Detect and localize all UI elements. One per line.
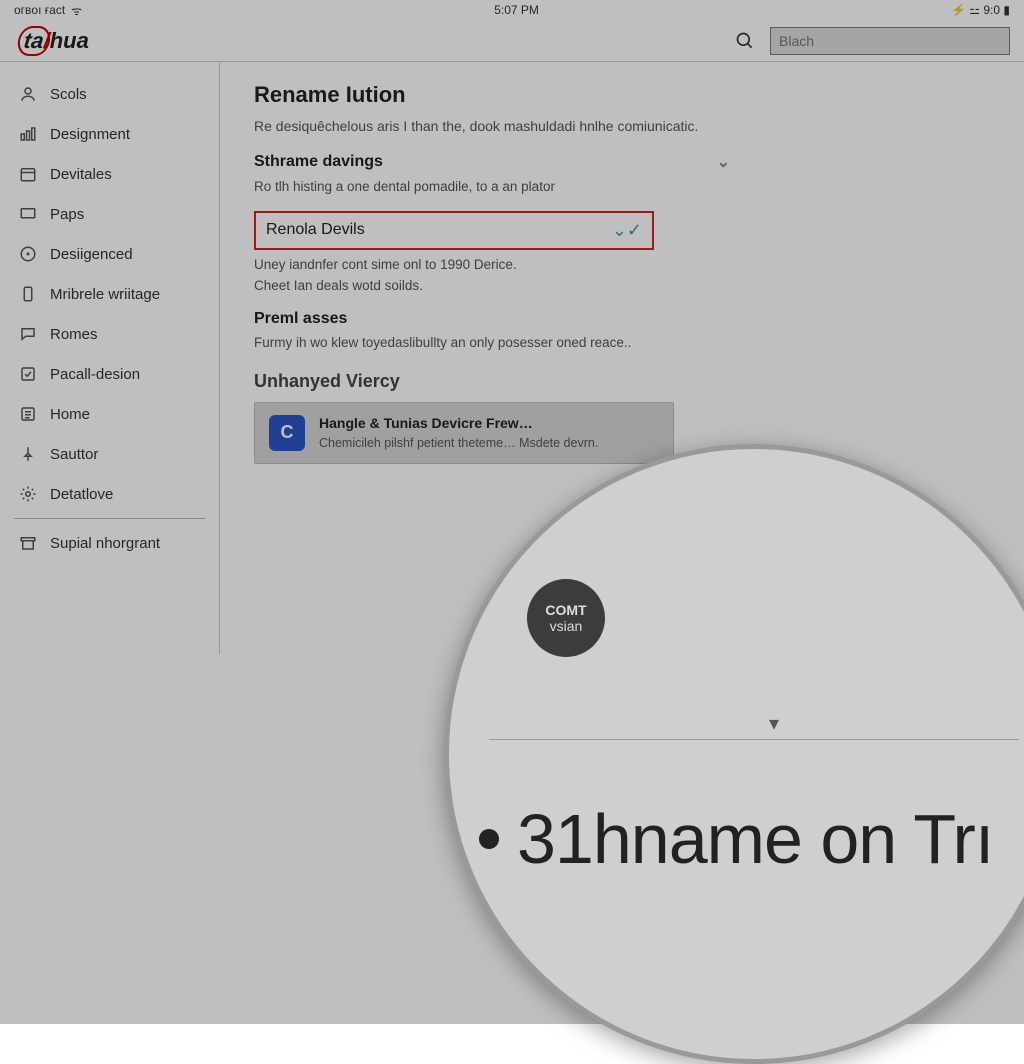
checkbox-icon (18, 364, 38, 384)
chevron-down-icon: ▾ (769, 711, 779, 736)
calendar-icon (18, 164, 38, 184)
chat-icon (18, 324, 38, 344)
search-icon[interactable] (734, 30, 756, 52)
page-description: Re desiquêchelous aris I than the, dook … (254, 118, 990, 134)
sidebar-item-label: Romes (50, 326, 98, 343)
app-thumb-icon: C (269, 415, 305, 451)
sidebar-item-paps[interactable]: Paps (0, 194, 219, 234)
phone-icon (18, 284, 38, 304)
sidebar-item-label: Home (50, 406, 90, 423)
sidebar-item-label: Scols (50, 86, 87, 103)
person-icon (18, 84, 38, 104)
sidebar-divider (14, 518, 205, 519)
gear-icon (18, 484, 38, 504)
section-title: Sthrame davings (254, 153, 383, 171)
list-heading: Unhanyed Viercy (254, 371, 990, 392)
section-title: Renolа Devils (266, 221, 365, 239)
check-chevron-icon: ⌄✓ (612, 220, 642, 241)
app-header: ta/hua (0, 20, 1024, 62)
sidebar-item-designment[interactable]: Designment (0, 114, 219, 154)
sidebar-item-label: Sauttor (50, 446, 98, 463)
screen-icon (18, 204, 38, 224)
section-subtitle: Furmy ih wo klew toyedaslibullty an only… (254, 334, 674, 353)
search-input[interactable] (770, 27, 1010, 55)
bullet-icon (479, 829, 499, 849)
carrier-text: oгвoı ғact (14, 3, 65, 17)
section-preml[interactable]: Preml asses Furmy ih wo klew toyedaslibu… (254, 310, 990, 353)
chart-icon (18, 124, 38, 144)
sidebar-item-pacall[interactable]: Pacall-desion (0, 354, 219, 394)
section-subtitle-2: Cheet Ian deals wotd soilds. (254, 277, 990, 296)
list-icon (18, 404, 38, 424)
compass-icon (18, 244, 38, 264)
sidebar-item-label: Designment (50, 126, 130, 143)
badge-comt: COMT vsian (527, 579, 605, 657)
status-bar: oгвoı ғact ᯤ 5:07 PM ⚡ ⚍ 9:0 ▮ (0, 0, 1024, 20)
section-renola-highlight[interactable]: Renolа Devils ⌄✓ (254, 211, 654, 250)
chevron-down-icon: ⌄ (717, 152, 730, 172)
section-subtitle-1: Uney iandnfer cont sime onl to 1990 Deri… (254, 256, 990, 275)
wifi-icon: ᯤ (71, 2, 82, 19)
brand-logo: ta/hua (18, 26, 89, 56)
magnified-text: 31hname on Trı (479, 799, 993, 879)
section-title: Preml asses (254, 310, 347, 328)
clock: 5:07 PM (494, 3, 539, 17)
magnified-divider (489, 739, 1019, 740)
sidebar-item-label: Mribrele wriitage (50, 286, 160, 303)
sidebar-item-sauttor[interactable]: Sauttor (0, 434, 219, 474)
sidebar-item-desiigenced[interactable]: Desiigenced (0, 234, 219, 274)
page-title: Rename Iution (254, 82, 990, 108)
sidebar: Scols Designment Devitales Paps Desiigen… (0, 62, 220, 654)
section-subtitle: Ro tlh histing a one dental pomadile, to… (254, 178, 990, 197)
sidebar-item-label: Supial nhorgrant (50, 535, 160, 552)
sidebar-item-mribrele[interactable]: Mribrele wriitage (0, 274, 219, 314)
sidebar-item-label: Devitales (50, 166, 112, 183)
archive-icon (18, 533, 38, 553)
sidebar-item-romes[interactable]: Romes (0, 314, 219, 354)
sidebar-item-label: Pacall-desion (50, 366, 140, 383)
sidebar-item-label: Detatlove (50, 486, 113, 503)
pin-icon (18, 444, 38, 464)
sidebar-item-devitales[interactable]: Devitales (0, 154, 219, 194)
sidebar-item-label: Desiigenced (50, 246, 133, 263)
sidebar-item-scols[interactable]: Scols (0, 74, 219, 114)
magnifier-lens: COMT vsian ▾ 31hname on Trı (444, 444, 1024, 1064)
sidebar-item-detatlove[interactable]: Detatlove (0, 474, 219, 514)
status-indicators: ⚡ ⚍ 9:0 ▮ (951, 3, 1010, 17)
section-sthrame[interactable]: Sthrame davings ⌄ Ro tlh histing a one de… (254, 152, 990, 197)
sidebar-item-home[interactable]: Home (0, 394, 219, 434)
sidebar-item-supial[interactable]: Supial nhorgrant (0, 523, 219, 563)
card-title: Hangle & Tunias Devicre Frew… (319, 415, 598, 431)
sidebar-item-label: Paps (50, 206, 84, 223)
